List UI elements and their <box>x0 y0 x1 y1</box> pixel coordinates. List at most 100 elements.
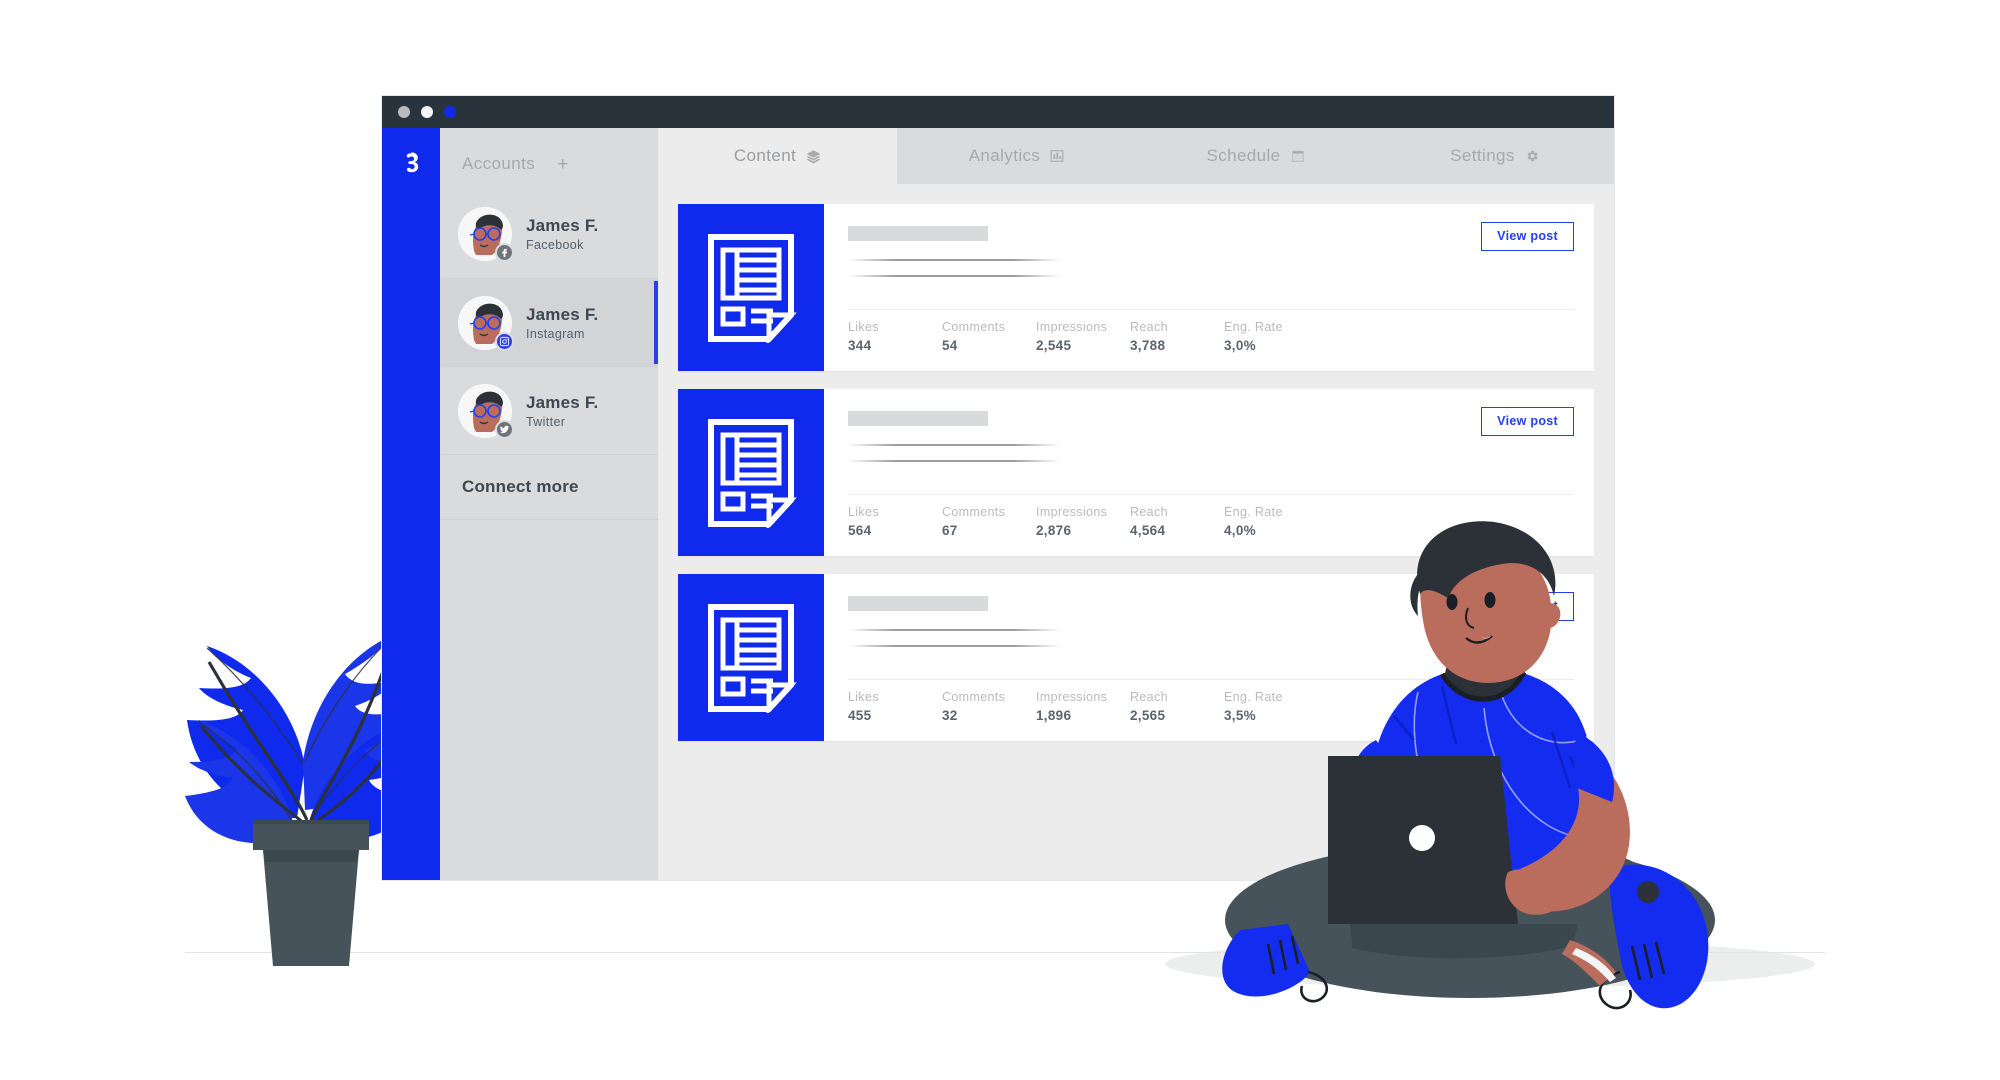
sidebar-item-account-twitter[interactable]: James F. Twitter <box>440 366 658 454</box>
screenshot-stage: Accounts + James F. Facebook James F. In… <box>0 0 2000 1080</box>
metric-likes: Likes 564 <box>848 505 942 538</box>
tab-content[interactable]: Content <box>658 128 897 184</box>
twitter-icon <box>495 419 514 439</box>
avatar <box>458 383 514 439</box>
metric-value: 344 <box>848 338 872 353</box>
metric-comments: Comments 67 <box>942 505 1036 538</box>
post-text-placeholder <box>848 645 1060 647</box>
metric-value: 3,788 <box>1130 338 1166 353</box>
metric-eng-rate: Eng. Rate 3,0% <box>1224 320 1318 353</box>
metric-label: Likes <box>848 690 879 704</box>
post-metrics: Likes 344 Comments 54 Impressions 2,545 <box>848 309 1574 353</box>
post-thumbnail <box>678 204 824 371</box>
add-account-button[interactable]: + <box>557 155 568 174</box>
facebook-icon <box>495 243 514 262</box>
metric-value: 3,0% <box>1224 338 1256 353</box>
sidebar-item-account-instagram[interactable]: James F. Instagram <box>440 278 658 366</box>
metric-value: 564 <box>848 523 872 538</box>
metric-value: 32 <box>942 708 958 723</box>
metric-label: Impressions <box>1036 690 1108 704</box>
document-icon <box>708 418 797 528</box>
metric-comments: Comments 32 <box>942 690 1036 723</box>
account-name: James F. <box>526 392 599 412</box>
accounts-header: Accounts + <box>440 128 658 190</box>
account-network: Instagram <box>526 326 585 341</box>
account-info: James F. Twitter <box>526 393 598 429</box>
layers-icon <box>806 149 821 164</box>
post-text-placeholder <box>848 259 1060 261</box>
accounts-sidebar: Accounts + James F. Facebook James F. In… <box>440 128 658 880</box>
tab-settings[interactable]: Settings <box>1375 128 1614 184</box>
metric-likes: Likes 344 <box>848 320 942 353</box>
post-text-placeholder <box>848 444 1060 446</box>
app-rail <box>382 128 440 880</box>
gear-icon <box>1525 149 1539 163</box>
connect-more-button[interactable]: Connect more <box>440 454 658 520</box>
view-post-button[interactable]: View post <box>1481 407 1574 436</box>
avatar <box>458 295 514 351</box>
metric-label: Reach <box>1130 505 1168 519</box>
metric-value: 54 <box>942 338 958 353</box>
metric-impressions: Impressions 2,876 <box>1036 505 1130 538</box>
metric-label: Comments <box>942 690 1006 704</box>
metric-value: 2,876 <box>1036 523 1072 538</box>
metric-label: Impressions <box>1036 320 1108 334</box>
window-maximize-dot[interactable] <box>444 106 456 118</box>
metric-impressions: Impressions 2,545 <box>1036 320 1130 353</box>
metric-label: Impressions <box>1036 505 1108 519</box>
account-info: James F. Facebook <box>526 216 598 252</box>
tab-analytics-label: Analytics <box>968 146 1041 165</box>
connect-more-label: Connect more <box>462 477 579 496</box>
post-title-placeholder <box>848 226 988 241</box>
tab-schedule[interactable]: Schedule <box>1136 128 1375 184</box>
sidebar-item-account-facebook[interactable]: James F. Facebook <box>440 190 658 278</box>
metric-label: Comments <box>942 505 1006 519</box>
calendar-icon <box>1291 149 1305 163</box>
window-titlebar <box>382 96 1614 128</box>
metric-value: 2,545 <box>1036 338 1072 353</box>
metric-value: 455 <box>848 708 872 723</box>
metric-label: Reach <box>1130 320 1168 334</box>
tab-bar: Content Analytics Schedule Settings <box>658 128 1614 184</box>
buffer-logo-icon[interactable] <box>398 150 424 176</box>
instagram-icon <box>495 331 514 351</box>
metric-label: Eng. Rate <box>1224 320 1283 334</box>
tab-schedule-label: Schedule <box>1206 146 1281 165</box>
avatar <box>458 207 514 262</box>
metric-value: 1,896 <box>1036 708 1072 723</box>
window-minimize-dot[interactable] <box>421 106 433 118</box>
post-text-placeholder <box>848 275 1060 277</box>
metric-comments: Comments 54 <box>942 320 1036 353</box>
document-icon <box>708 603 797 713</box>
post-text-placeholder <box>848 460 1060 462</box>
tab-content-label: Content <box>733 146 797 165</box>
window-close-dot[interactable] <box>398 106 410 118</box>
metric-label: Likes <box>848 320 879 334</box>
account-name: James F. <box>526 304 599 324</box>
metric-value: 67 <box>942 523 958 538</box>
metric-reach: Reach 3,788 <box>1130 320 1224 353</box>
post-thumbnail <box>678 574 824 741</box>
account-network: Twitter <box>526 414 566 429</box>
tab-settings-label: Settings <box>1450 146 1515 165</box>
post-title-placeholder <box>848 596 988 611</box>
tab-analytics[interactable]: Analytics <box>897 128 1136 184</box>
post-card[interactable]: View post Likes 344 Comments 54 Impressi… <box>678 204 1594 371</box>
accounts-title: Accounts <box>462 154 536 173</box>
metric-impressions: Impressions 1,896 <box>1036 690 1130 723</box>
post-text-placeholder <box>848 629 1060 631</box>
account-name: James F. <box>526 216 599 235</box>
post-thumbnail <box>678 389 824 556</box>
metric-label: Comments <box>942 320 1006 334</box>
account-info: James F. Instagram <box>526 305 598 341</box>
person-illustration <box>1222 521 1715 1010</box>
post-title-placeholder <box>848 411 988 426</box>
bar-chart-icon <box>1050 149 1064 163</box>
metric-label: Eng. Rate <box>1224 505 1283 519</box>
view-post-button[interactable]: View post <box>1481 222 1574 251</box>
metric-label: Likes <box>848 505 879 519</box>
account-network: Facebook <box>526 238 584 252</box>
post-body: View post Likes 344 Comments 54 Impressi… <box>824 204 1594 371</box>
document-icon <box>708 233 797 343</box>
metric-likes: Likes 455 <box>848 690 942 723</box>
